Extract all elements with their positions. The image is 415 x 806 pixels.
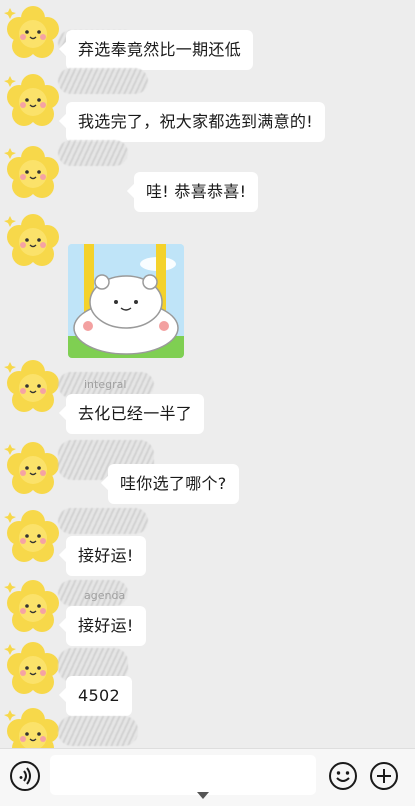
avatar[interactable] (4, 4, 62, 62)
avatar[interactable] (4, 640, 62, 698)
message-bubble[interactable]: 哇! 恭喜恭喜! (134, 172, 259, 212)
sender-name: integral (84, 378, 127, 391)
message-bubble[interactable]: 接好运! (66, 536, 146, 576)
voice-icon[interactable] (10, 761, 40, 791)
message-bubble[interactable]: 4502 (66, 676, 132, 716)
chevron-down-icon[interactable] (197, 792, 209, 799)
message-bubble[interactable]: 我选完了，祝大家都选到满意的! (66, 102, 325, 142)
avatar[interactable] (4, 508, 62, 566)
avatar[interactable] (4, 578, 62, 636)
redaction-scribble (58, 716, 138, 746)
message-bubble[interactable]: 接好运! (66, 606, 146, 646)
avatar[interactable] (4, 144, 62, 202)
message-input[interactable] (50, 755, 316, 795)
avatar[interactable] (4, 212, 62, 270)
avatar[interactable] (4, 440, 62, 498)
emoji-smile-icon[interactable] (328, 761, 358, 791)
message-bubble[interactable]: 弃选奉竟然比一期还低 (66, 30, 254, 70)
avatar[interactable] (4, 72, 62, 130)
plus-circle-icon[interactable] (369, 761, 399, 791)
redaction-scribble (58, 140, 128, 166)
message-bubble[interactable]: 去化已经一半了 (66, 394, 205, 434)
redaction-scribble (58, 508, 148, 534)
chat-message-list[interactable]: 弃选奉竟然比一期还低 我选完了，祝大家都选到满意的! 哇! 恭喜恭喜! inte… (0, 0, 415, 748)
redaction-scribble (58, 68, 148, 94)
message-bubble[interactable]: 哇你选了哪个? (108, 464, 239, 504)
avatar[interactable] (4, 358, 62, 416)
sender-name: agenda (84, 589, 126, 602)
avatar[interactable] (4, 706, 62, 748)
sticker-image[interactable] (68, 244, 184, 358)
